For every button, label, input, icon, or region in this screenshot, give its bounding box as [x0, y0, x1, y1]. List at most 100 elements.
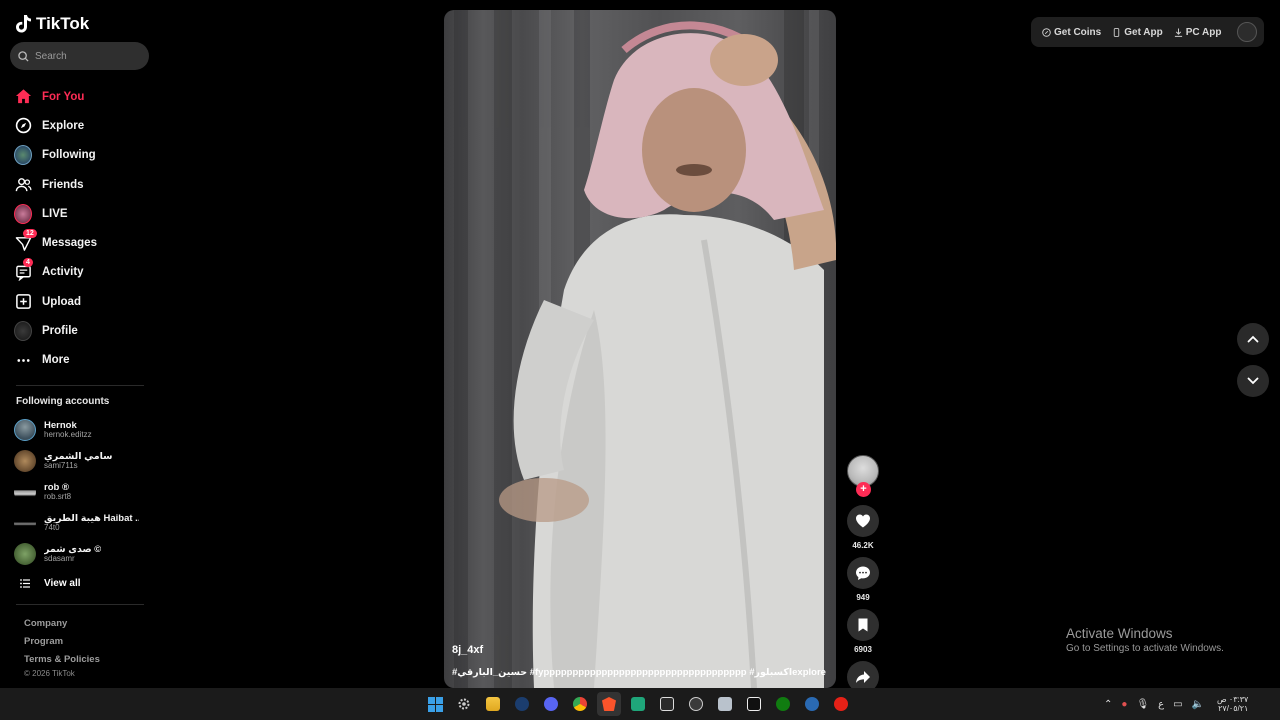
- activate-windows-watermark: Activate Windows Go to Settings to activ…: [1066, 626, 1224, 654]
- tiktok-logo[interactable]: TikTok: [16, 12, 150, 36]
- comment-icon: [856, 566, 870, 580]
- nav-label: Upload: [42, 295, 81, 308]
- start-icon[interactable]: [423, 692, 447, 716]
- nav-item-profile[interactable]: Profile: [10, 316, 150, 345]
- brave-icon[interactable]: [597, 692, 621, 716]
- nav-label: For You: [42, 90, 85, 103]
- app-green-icon[interactable]: [626, 692, 650, 716]
- discord-icon[interactable]: [539, 692, 563, 716]
- creator-avatar[interactable]: +: [847, 455, 879, 497]
- main-nav: For You Explore Following Friends LIVE 1…: [10, 82, 150, 375]
- copyright: © 2026 TikTok: [24, 668, 75, 678]
- nav-label: Profile: [42, 325, 78, 338]
- nav-item-explore[interactable]: Explore: [10, 111, 150, 140]
- top-actions-bar: Get Coins Get App PC App: [1031, 17, 1264, 47]
- get-coins-button[interactable]: Get Coins: [1042, 27, 1101, 38]
- friends-icon: [14, 176, 32, 194]
- phone-icon: [1114, 27, 1120, 37]
- nav-item-activity[interactable]: 4 Activity: [10, 258, 150, 287]
- home-icon: [14, 88, 32, 106]
- compass-icon: [14, 117, 32, 135]
- capcut-icon[interactable]: [742, 692, 766, 716]
- user-avatar[interactable]: [1236, 22, 1257, 42]
- profile-avatar-icon: [14, 321, 32, 342]
- language-indicator[interactable]: ع: [1158, 699, 1164, 710]
- messages-badge: 12: [23, 229, 37, 239]
- obs-icon[interactable]: [684, 692, 708, 716]
- following-account[interactable]: هيبة الطريق Haibat ... 74t0: [14, 508, 150, 539]
- nav-label: Activity: [42, 266, 84, 279]
- chevron-up-icon[interactable]: ⌃: [1104, 699, 1112, 710]
- date: ٢٧/٠٥/٢١: [1218, 704, 1249, 713]
- account-handle: 74t0: [44, 523, 60, 533]
- following-account[interactable]: Hernok hernok.editzz: [14, 415, 150, 446]
- upload-icon: [14, 293, 32, 311]
- video-caption[interactable]: #حسين_البارقي #fyppppppppppppppppppppppp…: [452, 667, 826, 678]
- system-tray: ⌃ ● 🎙 ع ▭ 🔈 ٠٣:٣٧ ص ٢٧/٠٥/٢١: [1104, 688, 1248, 720]
- get-coins-label: Get Coins: [1054, 26, 1102, 38]
- epic-games-icon[interactable]: [655, 692, 679, 716]
- security-icon[interactable]: ●: [1121, 699, 1127, 710]
- view-all-button[interactable]: View all: [20, 574, 150, 594]
- settings-icon[interactable]: [452, 692, 476, 716]
- list-icon: [20, 579, 30, 589]
- download-icon: [1174, 27, 1182, 37]
- get-app-label: Get App: [1124, 26, 1163, 38]
- activity-icon: 4: [14, 258, 33, 281]
- heart-icon: [856, 514, 870, 528]
- comment-button[interactable]: [847, 557, 879, 589]
- search-bar[interactable]: [10, 42, 149, 70]
- account-handle: rob.srt8: [44, 492, 72, 502]
- avatar: [14, 450, 36, 473]
- pc-app-label: PC App: [1185, 26, 1222, 38]
- microphone-icon[interactable]: 🎙: [1136, 699, 1149, 710]
- following-account[interactable]: سامي الشمري sami711s: [14, 446, 150, 477]
- save-button[interactable]: [847, 609, 879, 641]
- nav-item-messages[interactable]: 12 Messages: [10, 228, 150, 257]
- account-handle: sdasamr: [44, 554, 75, 564]
- footer-link-terms[interactable]: Terms & Policies: [24, 651, 150, 669]
- youtube-icon[interactable]: [829, 692, 853, 716]
- nav-item-upload[interactable]: Upload: [10, 287, 150, 316]
- video-player[interactable]: 8j_4xf #حسين_البارقي #fypppppppppppppppp…: [444, 10, 836, 688]
- like-button[interactable]: [847, 505, 879, 537]
- time: ٠٣:٣٧ ص: [1217, 694, 1249, 704]
- avatar: [14, 543, 36, 566]
- steam-app-icon[interactable]: [800, 692, 824, 716]
- coin-icon: [1042, 27, 1051, 37]
- pc-app-button[interactable]: PC App: [1174, 27, 1222, 38]
- following-account[interactable]: صدى شمر © sdasamr: [14, 539, 150, 570]
- action-rail: + 46.2K 949 6903: [846, 455, 880, 693]
- chrome-icon[interactable]: [568, 692, 592, 716]
- volume-icon[interactable]: 🔈: [1192, 699, 1204, 710]
- bookmark-icon: [858, 618, 868, 632]
- display-icon[interactable]: ▭: [1173, 699, 1182, 710]
- nav-item-friends[interactable]: Friends: [10, 170, 150, 199]
- file-explorer-icon[interactable]: [481, 692, 505, 716]
- nav-item-for-you[interactable]: For You: [10, 82, 150, 111]
- next-video-button[interactable]: [1237, 365, 1269, 397]
- app-grey-icon[interactable]: [713, 692, 737, 716]
- footer: Company Program Terms & Policies © 2026 …: [24, 615, 150, 678]
- nav-item-following[interactable]: Following: [10, 141, 150, 170]
- avatar: [14, 419, 36, 442]
- previous-video-button[interactable]: [1237, 323, 1269, 355]
- search-icon: [18, 50, 29, 62]
- footer-link-company[interactable]: Company: [24, 615, 150, 633]
- clock[interactable]: ٠٣:٣٧ ص ٢٧/٠٥/٢١: [1217, 695, 1248, 713]
- divider: [16, 603, 144, 605]
- nav-item-more[interactable]: More: [10, 346, 150, 375]
- watermark-title: Activate Windows: [1066, 626, 1173, 641]
- nav-item-live[interactable]: LIVE: [10, 199, 150, 228]
- following-account[interactable]: rob ® rob.srt8: [14, 477, 150, 508]
- search-input[interactable]: [35, 50, 135, 62]
- footer-link-program[interactable]: Program: [24, 633, 150, 651]
- follow-plus-icon[interactable]: +: [856, 482, 871, 497]
- get-app-button[interactable]: Get App: [1112, 27, 1163, 38]
- nav-label: LIVE: [42, 207, 68, 220]
- messages-icon: 12: [14, 229, 37, 252]
- sidebar: TikTok For You Explore Following Friends…: [0, 0, 160, 688]
- video-username[interactable]: 8j_4xf: [452, 644, 483, 656]
- steam-icon[interactable]: [510, 692, 534, 716]
- xbox-icon[interactable]: [771, 692, 795, 716]
